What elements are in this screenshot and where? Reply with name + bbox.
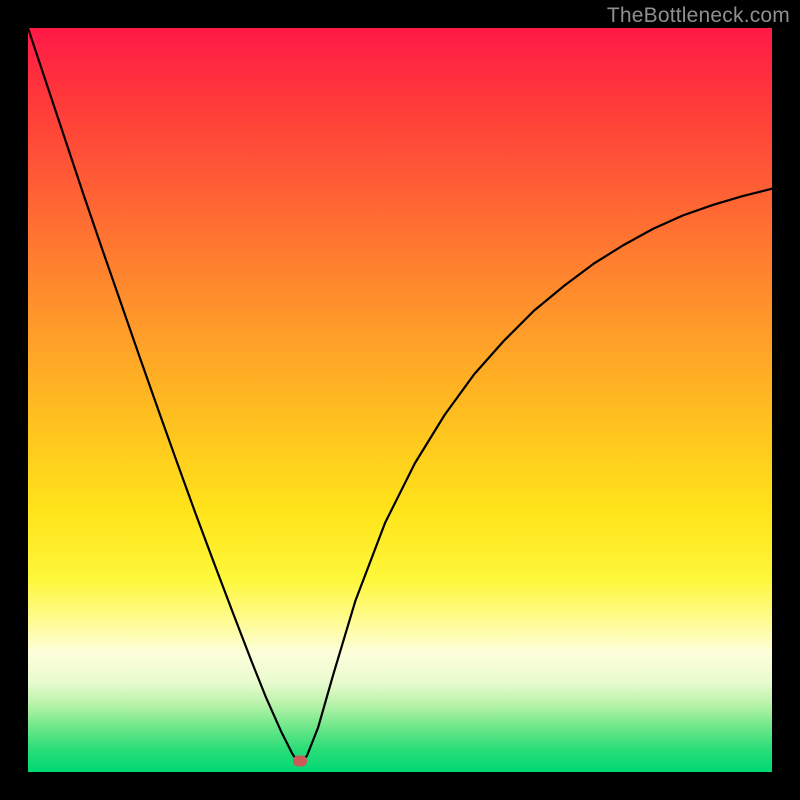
bottleneck-curve <box>28 28 772 772</box>
watermark-text: TheBottleneck.com <box>607 4 790 28</box>
plot-area <box>28 28 772 772</box>
optimum-marker <box>293 755 307 766</box>
